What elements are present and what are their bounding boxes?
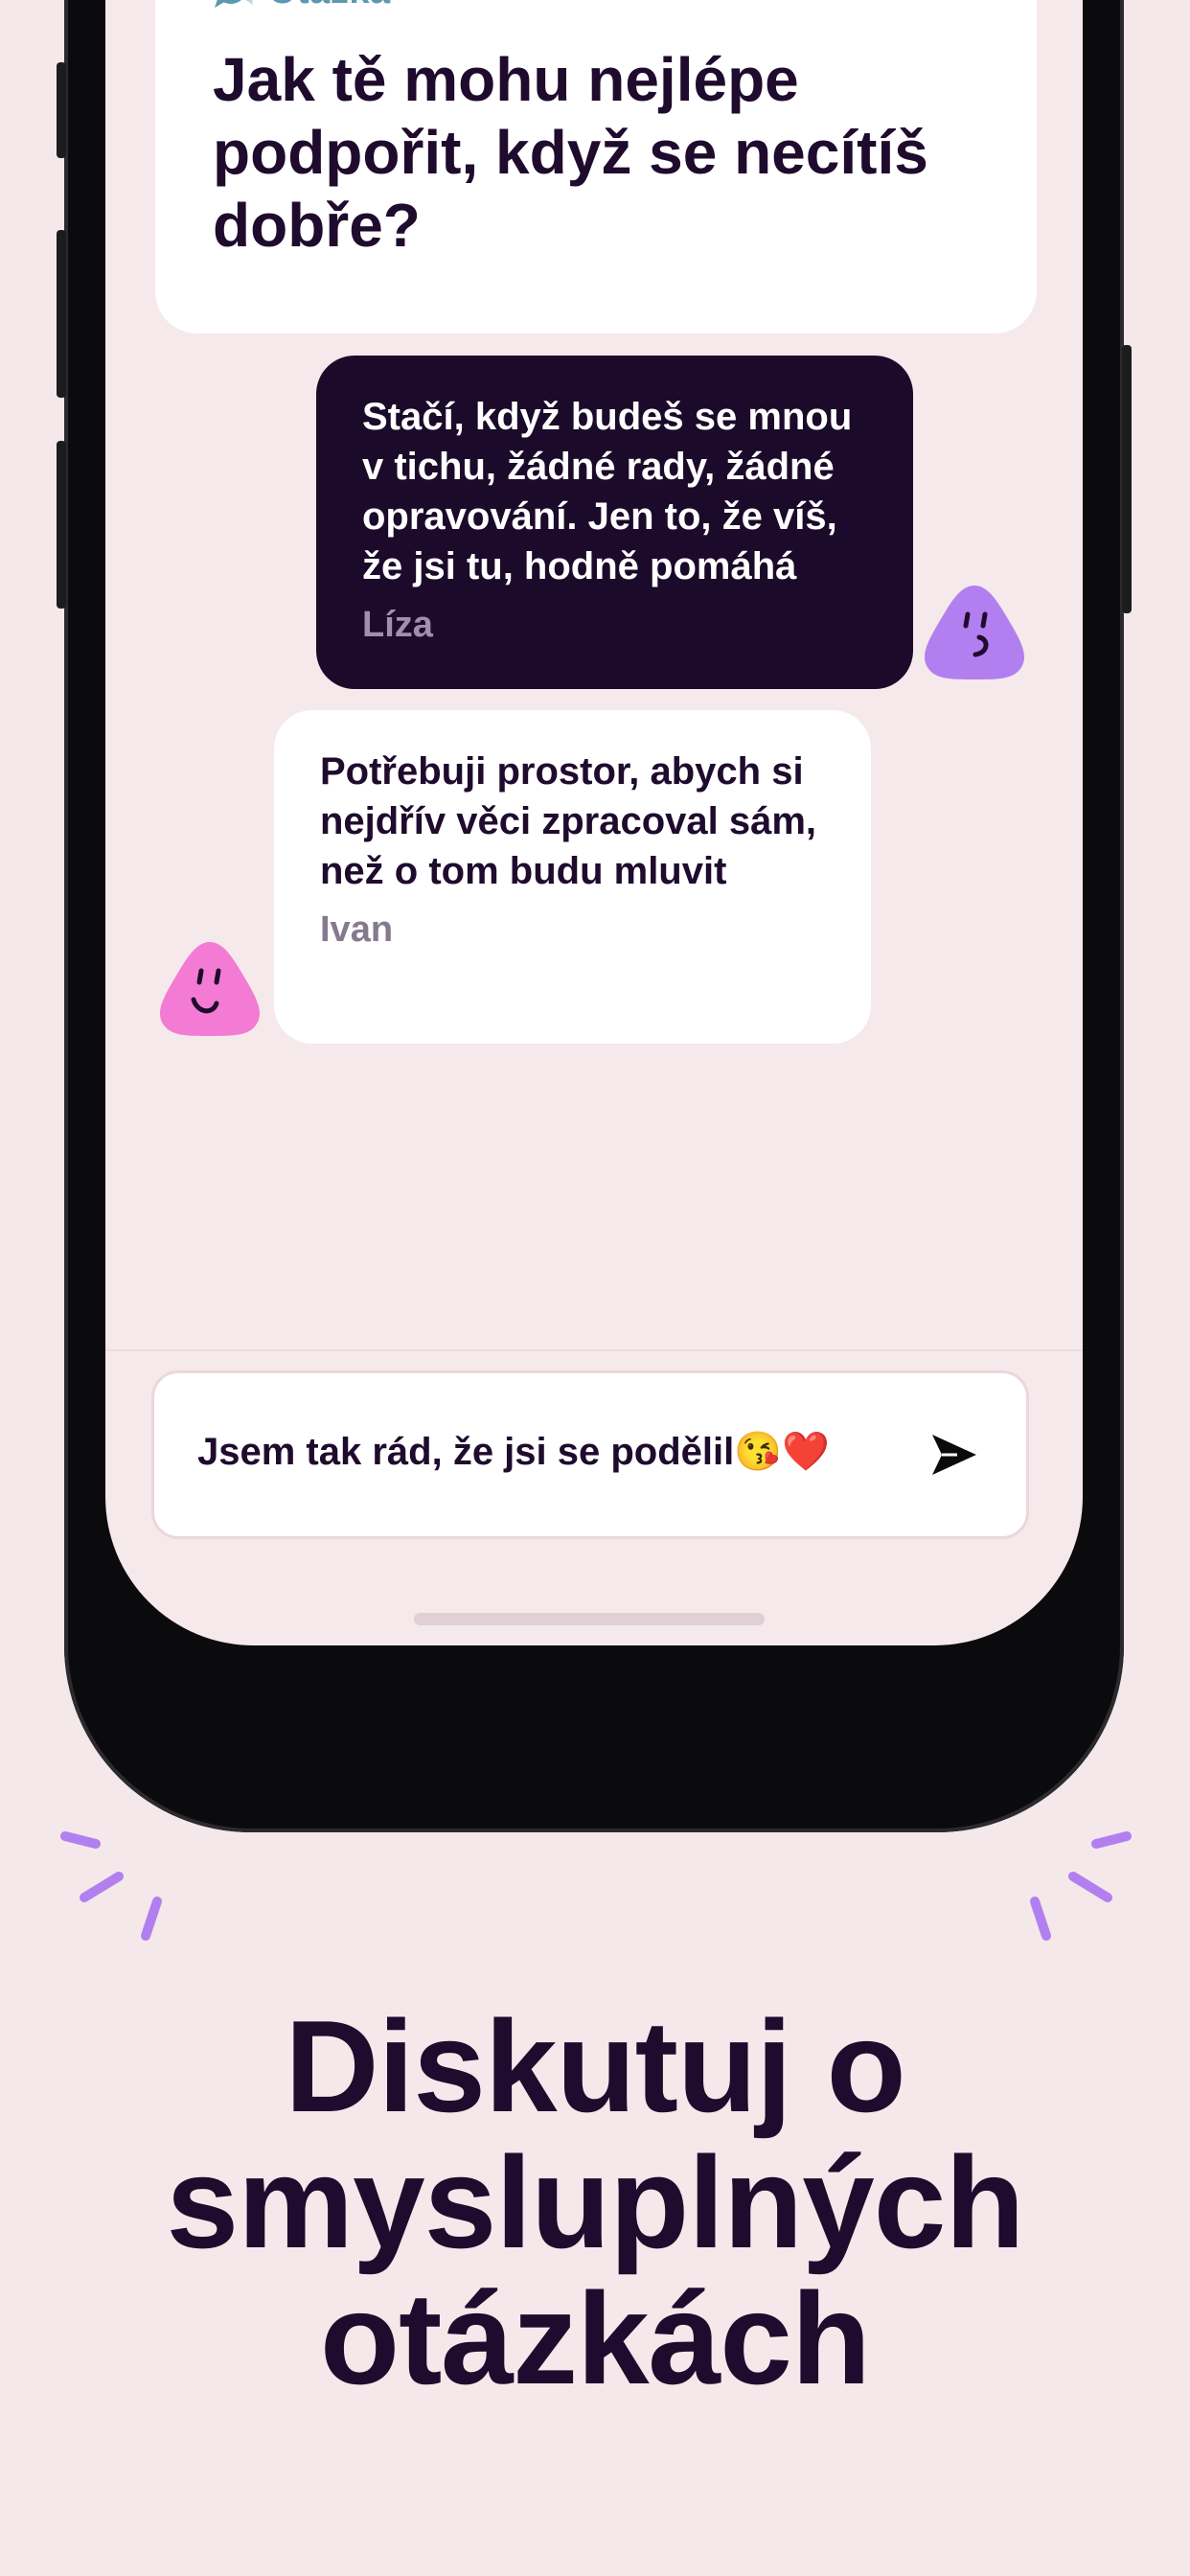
message-bubble-ivan[interactable]: Potřebuji prostor, abych si nejdřív věci… [274,710,871,1044]
message-author: Ivan [320,909,394,950]
message-composer[interactable]: Jsem tak rád, že jsi se podělil😘❤️ [151,1370,1029,1539]
headline: Diskutuj o smysluplných otázkách [166,1993,1025,2411]
phone-frame: Otázka Jak tě mohu nejlépe podpořit, kdy… [57,0,1132,1832]
volume-down-button [57,441,66,609]
sparkle-right-icon [1030,1831,1132,1941]
composer-divider [105,1349,1083,1351]
question-label: Otázka [268,0,391,12]
message-bubble-liza[interactable]: Stačí, když budeš se mnou v tichu, žádné… [316,356,913,689]
question-card: Otázka Jak tě mohu nejlépe podpořit, kdy… [155,0,1037,334]
volume-up-button [57,230,66,398]
speech-bubbles-icon [215,0,253,8]
home-indicator [414,1613,765,1625]
mute-switch [57,62,66,158]
message-input[interactable]: Jsem tak rád, že jsi se podělil😘❤️ [197,1429,906,1474]
message-author: Líza [362,605,433,645]
avatar-liza-icon [924,586,1025,679]
message-text: Stačí, když budeš se mnou v tichu, žádné… [362,396,853,587]
send-arrow-icon[interactable] [928,1429,980,1481]
power-button [1122,345,1132,613]
phone-screen: Otázka Jak tě mohu nejlépe podpořit, kdy… [105,0,1083,1645]
question-header: Otázka [213,0,391,13]
avatar-ivan-icon [159,942,261,1036]
message-text: Potřebuji prostor, abych si nejdřív věci… [320,750,817,892]
sparkle-left-icon [60,1831,162,1941]
question-text: Jak tě mohu nejlépe podpořit, když se ne… [213,45,928,260]
